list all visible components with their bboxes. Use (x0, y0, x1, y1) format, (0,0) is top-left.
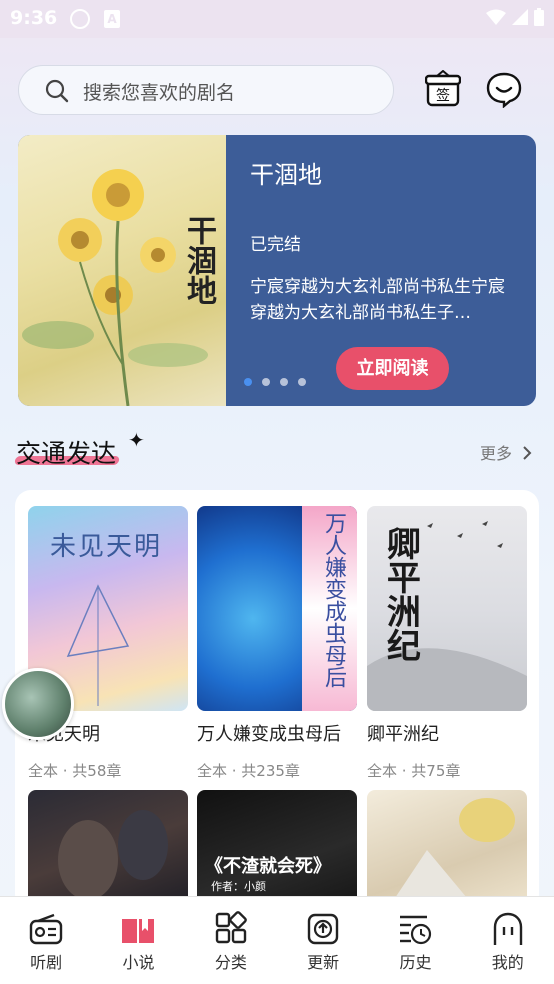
tab-update[interactable]: 更新 (277, 897, 369, 984)
battery-icon (534, 8, 544, 26)
search-icon (45, 79, 69, 103)
clock-icon (70, 9, 90, 29)
tab-mine[interactable]: 我的 (462, 897, 554, 984)
section-title: 交通发达 (16, 439, 117, 468)
svg-text:签: 签 (436, 87, 450, 104)
status-indicators (486, 8, 544, 26)
book-cover-author: 作者：小颜 (211, 880, 266, 893)
carousel-dot[interactable] (262, 378, 270, 386)
tab-label: 我的 (491, 953, 524, 972)
floating-avatar[interactable] (2, 668, 74, 740)
sign-in-icon[interactable]: 签 (425, 70, 461, 108)
book-title[interactable]: 卿平洲纪 (367, 720, 439, 746)
signal-icon (512, 9, 528, 25)
book-title[interactable]: 万人嫌变成虫母后 (197, 720, 341, 746)
banner-description: 宁宸穿越为大玄礼部尚书私生宁宸穿越为大玄礼部尚书私生子… (250, 277, 505, 323)
carousel-dots[interactable] (244, 378, 306, 386)
search-placeholder: 搜索您喜欢的剧名 (83, 82, 236, 104)
chevron-right-icon (523, 446, 532, 460)
bottom-tab-bar: 听剧 小说 分类 更新 历史 我的 (0, 896, 554, 984)
carousel-dot[interactable] (298, 378, 306, 386)
notification-icon: A (104, 10, 120, 28)
banner-status: 已完结 (250, 235, 301, 255)
status-bar: 9:36 A (0, 0, 554, 38)
tab-novel[interactable]: 小说 (92, 897, 184, 984)
carousel-dot[interactable] (244, 378, 252, 386)
tab-label: 听剧 (30, 953, 63, 972)
wifi-icon (486, 9, 506, 25)
tab-history[interactable]: 历史 (369, 897, 461, 984)
tab-label: 更新 (307, 953, 340, 972)
featured-banner[interactable]: 干涸地 干涸地 已完结 宁宸穿越为大玄礼部尚书私生宁宸穿越为大玄礼部尚书私生子…… (18, 135, 536, 406)
book-meta: 全本 · 共75章 (367, 762, 461, 780)
status-time: 9:36 (10, 7, 58, 29)
book-meta: 全本 · 共235章 (197, 762, 300, 780)
update-icon (307, 913, 339, 945)
tab-category[interactable]: 分类 (185, 897, 277, 984)
book-cover-title: 《不渣就会死》 (205, 856, 331, 877)
book-cover[interactable]: 卿平洲纪 (367, 506, 527, 711)
tab-label: 分类 (214, 953, 247, 972)
book-cover-title: 卿平洲纪 (380, 526, 421, 662)
banner-cover-title: 干涸地 (181, 215, 216, 305)
tab-listen[interactable]: 听剧 (0, 897, 92, 984)
book-cover[interactable] (367, 790, 527, 910)
book-icon (122, 919, 155, 943)
book-cover[interactable] (28, 790, 188, 910)
message-icon[interactable] (486, 70, 522, 108)
sparkle-icon: ✦ (128, 428, 145, 452)
more-label: 更多 (480, 444, 513, 463)
book-meta: 全本 · 共58章 (28, 762, 122, 780)
cover-art (58, 810, 168, 900)
banner-cover-image[interactable]: 干涸地 (18, 135, 226, 406)
history-icon (400, 915, 432, 945)
book-item[interactable]: 万人嫌变成虫母后 万人嫌变成虫母后 全本 · 共235章 (197, 506, 357, 780)
book-item[interactable]: 卿平洲纪 卿平洲纪 全本 · 共75章 (367, 506, 527, 780)
carousel-dot[interactable] (280, 378, 288, 386)
tab-label: 历史 (399, 953, 432, 972)
ghost-icon (493, 912, 522, 945)
book-cover[interactable]: 《不渣就会死》 作者：小颜 (197, 790, 357, 910)
book-cover-title: 万人嫌变成虫母后 (321, 512, 346, 688)
search-bar[interactable]: 搜索您喜欢的剧名 (18, 65, 394, 115)
category-icon (215, 911, 247, 944)
banner-title[interactable]: 干涸地 (250, 155, 322, 190)
tab-label: 小说 (122, 953, 155, 972)
read-now-button[interactable]: 立即阅读 (336, 347, 449, 390)
book-grid-card: 未见天明 未见天明 全本 · 共58章 万人嫌变成虫母后 万人嫌变成虫母后 全本… (15, 490, 539, 910)
more-link[interactable]: 更多 (480, 440, 533, 464)
radio-icon (29, 913, 63, 945)
cover-art (387, 798, 515, 910)
book-cover[interactable]: 万人嫌变成虫母后 (197, 506, 357, 711)
